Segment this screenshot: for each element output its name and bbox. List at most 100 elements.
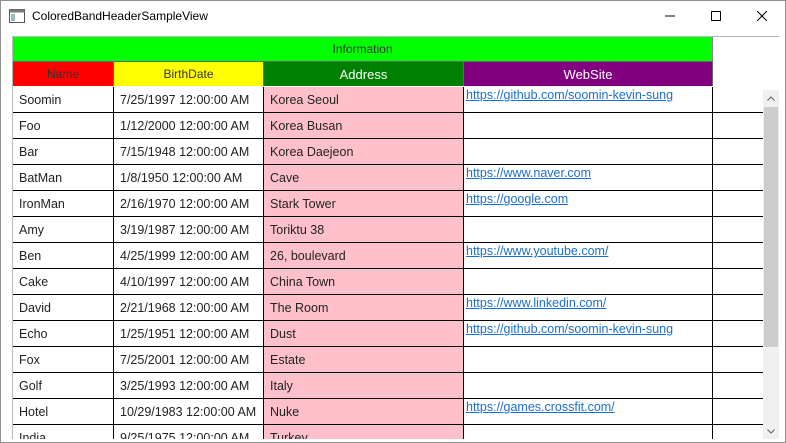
birthdate-cell: 7/25/1997 12:00:00 AM: [114, 87, 264, 113]
maximize-icon: [711, 11, 721, 21]
table-row[interactable]: David 2/21/1968 12:00:00 AM The Room https:…: [13, 295, 763, 321]
birthdate-cell: 1/12/2000 12:00:00 AM: [114, 113, 264, 139]
address-cell: Cave: [264, 165, 464, 191]
close-button[interactable]: [739, 1, 785, 31]
vertical-scrollbar[interactable]: [763, 90, 779, 439]
website-cell: https://github.com/soomin-kevin-sung: [464, 87, 713, 113]
address-cell: Turkey: [264, 425, 464, 439]
website-cell: [464, 269, 713, 295]
address-cell: Korea Busan: [264, 113, 464, 139]
name-cell: Amy: [13, 217, 114, 243]
scroll-down-button[interactable]: [763, 423, 779, 439]
birthdate-cell: 10/29/1983 12:00:00 AM: [114, 399, 264, 425]
table-row[interactable]: Golf 3/25/1993 12:00:00 AM Italy: [13, 373, 763, 399]
table-row[interactable]: BatMan 1/8/1950 12:00:00 AM Cave https://ww…: [13, 165, 763, 191]
window-title: ColoredBandHeaderSampleView: [32, 9, 208, 23]
website-cell: https://games.crossfit.com/: [464, 399, 713, 425]
filler-cell: [713, 399, 763, 425]
name-cell: Echo: [13, 321, 114, 347]
birthdate-cell: 7/25/2001 12:00:00 AM: [114, 347, 264, 373]
address-cell: 26, boulevard: [264, 243, 464, 269]
name-cell: Bar: [13, 139, 114, 165]
data-grid[interactable]: Information Name BirthDate Address WebSi…: [12, 36, 779, 439]
address-cell: Dust: [264, 321, 464, 347]
minimize-icon: [665, 15, 675, 17]
table-row[interactable]: Fox 7/25/2001 12:00:00 AM Estate: [13, 347, 763, 373]
table-row[interactable]: Amy 3/19/1987 12:00:00 AM Toriktu 38: [13, 217, 763, 243]
name-cell: Hotel: [13, 399, 114, 425]
address-cell: Nuke: [264, 399, 464, 425]
address-cell: Korea Daejeon: [264, 139, 464, 165]
website-cell: https://www.linkedin.com/: [464, 295, 713, 321]
column-header-website[interactable]: WebSite: [464, 61, 713, 86]
table-row[interactable]: Ben 4/25/1999 12:00:00 AM 26, boulevard htt…: [13, 243, 763, 269]
chevron-down-icon: [767, 428, 775, 434]
filler-cell: [713, 347, 763, 373]
name-cell: BatMan: [13, 165, 114, 191]
filler-cell: [713, 373, 763, 399]
band-header-information: Information: [13, 37, 713, 61]
name-cell: Foo: [13, 113, 114, 139]
address-cell: Italy: [264, 373, 464, 399]
filler-cell: [713, 295, 763, 321]
filler-cell: [713, 191, 763, 217]
address-cell: Korea Seoul: [264, 87, 464, 113]
birthdate-cell: 9/25/1975 12:00:00 AM: [114, 425, 264, 439]
filler-cell: [713, 139, 763, 165]
table-row[interactable]: IronMan 2/16/1970 12:00:00 AM Stark Tower h…: [13, 191, 763, 217]
title-bar[interactable]: ColoredBandHeaderSampleView: [1, 1, 785, 32]
name-cell: Golf: [13, 373, 114, 399]
table-row[interactable]: Foo 1/12/2000 12:00:00 AM Korea Busan: [13, 113, 763, 139]
table-row[interactable]: Soomin 7/25/1997 12:00:00 AM Korea Seoul ht…: [13, 87, 763, 113]
scrollbar-thumb[interactable]: [764, 107, 778, 347]
table-row[interactable]: Cake 4/10/1997 12:00:00 AM China Town: [13, 269, 763, 295]
birthdate-cell: 2/21/1968 12:00:00 AM: [114, 295, 264, 321]
address-cell: The Room: [264, 295, 464, 321]
website-link[interactable]: https://github.com/soomin-kevin-sung: [466, 88, 673, 102]
website-cell: [464, 373, 713, 399]
birthdate-cell: 4/25/1999 12:00:00 AM: [114, 243, 264, 269]
website-link[interactable]: https://google.com: [466, 192, 568, 206]
name-cell: Cake: [13, 269, 114, 295]
column-header-name[interactable]: Name: [13, 61, 114, 86]
filler-cell: [713, 165, 763, 191]
birthdate-cell: 3/19/1987 12:00:00 AM: [114, 217, 264, 243]
name-cell: Fox: [13, 347, 114, 373]
website-link[interactable]: https://games.crossfit.com/: [466, 400, 615, 414]
birthdate-cell: 4/10/1997 12:00:00 AM: [114, 269, 264, 295]
name-cell: India: [13, 425, 114, 439]
name-cell: David: [13, 295, 114, 321]
website-cell: [464, 113, 713, 139]
column-header-birthdate[interactable]: BirthDate: [114, 61, 264, 86]
website-link[interactable]: https://www.naver.com: [466, 166, 591, 180]
table-row[interactable]: Echo 1/25/1951 12:00:00 AM Dust https://git…: [13, 321, 763, 347]
filler-cell: [713, 113, 763, 139]
filler-cell: [713, 425, 763, 439]
name-cell: Soomin: [13, 87, 114, 113]
scroll-up-button[interactable]: [763, 90, 779, 106]
column-header-address[interactable]: Address: [264, 61, 464, 86]
birthdate-cell: 2/16/1970 12:00:00 AM: [114, 191, 264, 217]
table-row[interactable]: India 9/25/1975 12:00:00 AM Turkey: [13, 425, 763, 439]
website-link[interactable]: https://www.linkedin.com/: [466, 296, 606, 310]
website-cell: [464, 347, 713, 373]
main-window: ColoredBandHeaderSampleView Information …: [0, 0, 786, 443]
window-client: Information Name BirthDate Address WebSi…: [8, 32, 780, 439]
maximize-button[interactable]: [693, 1, 739, 31]
website-cell: https://google.com: [464, 191, 713, 217]
filler-cell: [713, 217, 763, 243]
birthdate-cell: 1/25/1951 12:00:00 AM: [114, 321, 264, 347]
filler-cell: [713, 321, 763, 347]
website-cell: https://www.naver.com: [464, 165, 713, 191]
table-row[interactable]: Hotel 10/29/1983 12:00:00 AM Nuke https://g…: [13, 399, 763, 425]
table-row[interactable]: Bar 7/15/1948 12:00:00 AM Korea Daejeon: [13, 139, 763, 165]
minimize-button[interactable]: [647, 1, 693, 31]
birthdate-cell: 7/15/1948 12:00:00 AM: [114, 139, 264, 165]
address-cell: Toriktu 38: [264, 217, 464, 243]
birthdate-cell: 3/25/1993 12:00:00 AM: [114, 373, 264, 399]
chevron-up-icon: [767, 95, 775, 101]
website-cell: [464, 139, 713, 165]
website-link[interactable]: https://www.youtube.com/: [466, 244, 608, 258]
website-link[interactable]: https://github.com/soomin-kevin-sung: [466, 322, 673, 336]
address-cell: Stark Tower: [264, 191, 464, 217]
